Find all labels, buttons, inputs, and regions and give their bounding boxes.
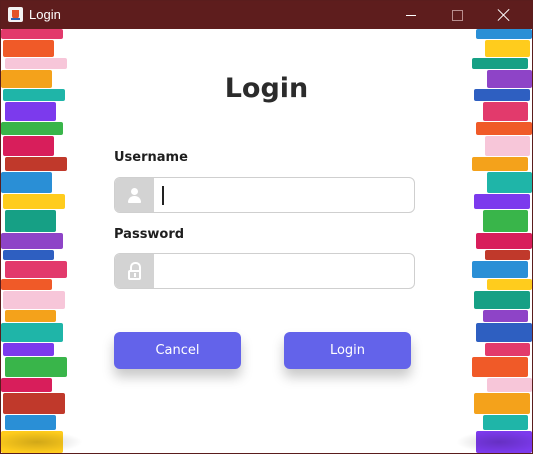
book-spine [487, 279, 532, 290]
book-spine [1, 279, 52, 290]
book-spine [485, 40, 530, 57]
book-spine [3, 40, 54, 57]
book-spine [1, 233, 63, 249]
java-app-icon [8, 7, 23, 22]
minimize-icon [406, 15, 416, 16]
maximize-icon [452, 10, 463, 21]
book-spine [472, 261, 528, 278]
book-spine [472, 58, 528, 69]
book-spine [5, 310, 56, 322]
username-input[interactable] [155, 178, 410, 212]
login-panel: Login Username Password Cancel Login [1, 29, 532, 453]
book-spine [1, 29, 63, 39]
book-spine [472, 357, 528, 377]
book-shadow [456, 431, 532, 453]
book-spine [483, 102, 528, 121]
lock-icon [127, 262, 142, 281]
book-shadow [1, 431, 83, 453]
close-button[interactable] [480, 1, 526, 29]
book-spine [487, 378, 532, 392]
book-spine [3, 291, 65, 309]
book-spine [3, 250, 54, 260]
book-spine [1, 172, 52, 193]
book-spine [485, 250, 530, 260]
book-spine [476, 323, 532, 342]
book-spine [3, 136, 54, 156]
book-spine [472, 157, 528, 171]
book-spine [5, 261, 67, 278]
title-bar[interactable]: Login [1, 1, 532, 29]
book-spine [1, 378, 52, 392]
book-spine [476, 233, 532, 249]
password-input[interactable] [155, 254, 410, 288]
book-spine [487, 172, 532, 193]
book-spine [5, 58, 67, 69]
book-spine [3, 393, 65, 414]
cancel-button[interactable]: Cancel [114, 332, 241, 369]
book-spine [476, 122, 532, 135]
password-icon-cell [115, 254, 154, 288]
window-title: Login [29, 7, 61, 22]
book-spine [5, 415, 56, 430]
page-title: Login [224, 73, 309, 104]
book-spine [476, 29, 532, 39]
book-spine [5, 102, 56, 121]
maximize-button[interactable] [434, 1, 480, 29]
book-spine [5, 357, 67, 377]
username-icon-cell [115, 178, 154, 212]
password-field[interactable] [114, 253, 415, 289]
book-spine [474, 291, 530, 309]
login-window: Login Login Username Password Cancel Log… [0, 0, 533, 454]
username-field[interactable] [114, 177, 415, 213]
minimize-button[interactable] [388, 1, 434, 29]
book-spine [485, 343, 530, 356]
username-label: Username [114, 150, 188, 165]
book-spine [3, 343, 54, 356]
book-spine [474, 393, 530, 414]
book-spine [1, 323, 63, 342]
user-icon [126, 187, 143, 204]
book-spine [483, 210, 528, 232]
book-spine [5, 157, 67, 171]
close-icon [497, 8, 511, 22]
book-spine [1, 122, 63, 135]
login-button[interactable]: Login [284, 332, 411, 369]
book-spine [5, 210, 56, 232]
password-label: Password [114, 227, 185, 242]
book-spine [483, 415, 528, 430]
book-spine [483, 310, 528, 322]
book-spine [485, 136, 530, 156]
book-spine [474, 194, 530, 209]
text-caret [162, 186, 164, 205]
book-spine [3, 194, 65, 209]
